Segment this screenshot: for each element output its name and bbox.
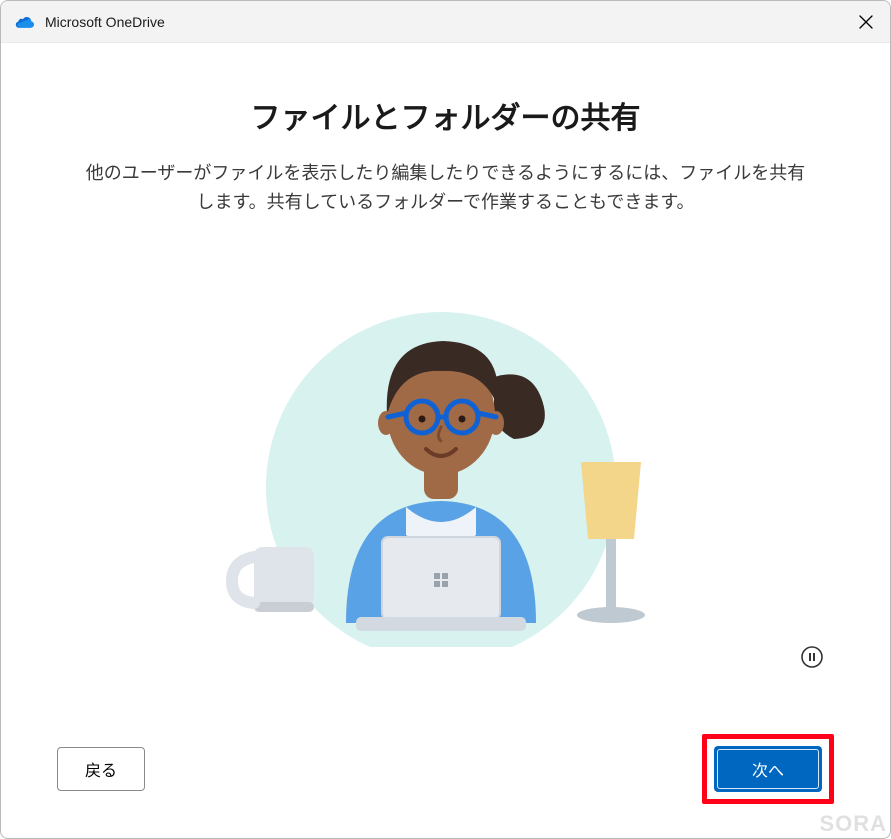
- person-laptop-illustration-icon: [226, 287, 666, 647]
- close-icon: [859, 15, 873, 29]
- close-button[interactable]: [842, 1, 890, 43]
- next-button[interactable]: 次へ: [714, 746, 822, 792]
- app-title: Microsoft OneDrive: [45, 14, 165, 30]
- next-button-highlight: 次へ: [702, 734, 834, 804]
- pause-icon: [800, 645, 824, 669]
- next-button-label: 次へ: [752, 757, 784, 781]
- content-area: ファイルとフォルダーの共有 他のユーザーがファイルを表示したり編集したりできるよ…: [1, 43, 890, 728]
- page-subheading: 他のユーザーがファイルを表示したり編集したりできるようにするには、ファイルを共有…: [86, 159, 806, 217]
- back-button-label: 戻る: [85, 757, 117, 781]
- page-heading: ファイルとフォルダーの共有: [251, 93, 641, 137]
- footer-actions: 戻る 次へ: [1, 728, 890, 838]
- title-bar: Microsoft OneDrive: [1, 1, 890, 43]
- onedrive-setup-window: Microsoft OneDrive ファイルとフォルダーの共有 他のユーザーが…: [0, 0, 891, 839]
- onedrive-cloud-icon: [15, 12, 35, 32]
- illustration-share: [226, 287, 666, 647]
- pause-animation-button[interactable]: [798, 643, 826, 671]
- back-button[interactable]: 戻る: [57, 747, 145, 791]
